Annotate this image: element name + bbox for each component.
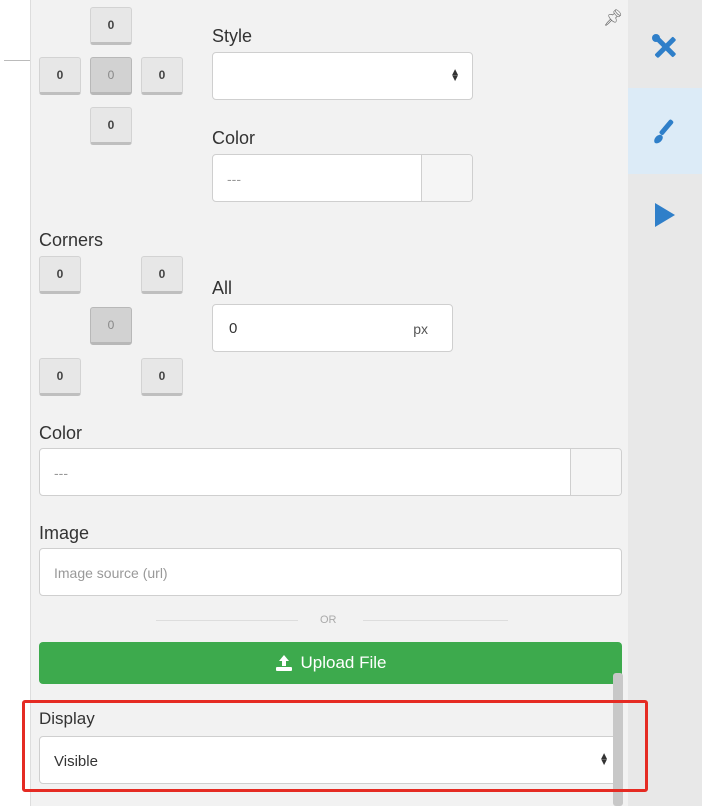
select-arrows-icon: ▲ ▼ — [450, 67, 460, 84]
style-panel: 📌︎ 0 0 0 0 0 Style ▲ ▼ Color --- Corners … — [30, 0, 629, 806]
sidebar-item-tools[interactable] — [628, 4, 702, 90]
border-left-button[interactable]: 0 — [39, 57, 81, 95]
scrollbar[interactable] — [613, 673, 623, 806]
all-corners-label: All — [212, 278, 233, 298]
border-color-label: Color — [212, 128, 256, 148]
image-label: Image — [39, 523, 90, 543]
corner-top-right-button[interactable]: 0 — [141, 256, 183, 294]
display-label: Display — [39, 709, 95, 728]
sidebar-item-style[interactable] — [628, 88, 702, 174]
or-text: OR — [320, 614, 337, 626]
or-divider-right — [363, 620, 508, 621]
upload-file-button[interactable]: Upload File — [39, 642, 622, 684]
upload-file-label: Upload File — [300, 653, 387, 672]
corner-top-left-button[interactable]: 0 — [39, 256, 81, 294]
left-strip — [0, 0, 30, 806]
all-corners-unit: px — [413, 321, 428, 337]
style-select[interactable]: ▲ ▼ — [212, 52, 473, 100]
border-all-button[interactable]: 0 — [90, 57, 132, 95]
border-right-button[interactable]: 0 — [141, 57, 183, 95]
corner-all-button[interactable]: 0 — [90, 307, 132, 345]
tools-icon — [652, 34, 676, 58]
image-source-input[interactable]: Image source (url) — [39, 548, 622, 596]
border-bottom-button[interactable]: 0 — [90, 107, 132, 145]
right-sidebar — [628, 0, 702, 806]
corners-label: Corners — [39, 230, 104, 250]
display-select-value: Visible — [54, 753, 98, 770]
select-arrows-icon: ▲ ▼ — [599, 751, 609, 768]
upload-icon — [275, 655, 292, 671]
border-color-field[interactable]: --- — [212, 154, 473, 202]
border-color-placeholder: --- — [227, 171, 241, 187]
corner-bottom-right-button[interactable]: 0 — [141, 358, 183, 396]
border-color-swatch[interactable] — [421, 155, 472, 201]
play-icon — [655, 203, 675, 227]
style-label: Style — [212, 26, 253, 46]
background-color-placeholder: --- — [54, 465, 68, 481]
corner-bottom-left-button[interactable]: 0 — [39, 358, 81, 396]
or-divider-left — [156, 620, 298, 621]
brush-icon — [654, 119, 674, 144]
sidebar-item-preview[interactable] — [628, 172, 702, 258]
background-color-field[interactable]: --- — [39, 448, 622, 496]
divider — [4, 60, 30, 61]
all-corners-input[interactable]: 0 px — [212, 304, 453, 352]
display-select[interactable]: Visible ▲ ▼ — [39, 736, 622, 784]
background-color-swatch[interactable] — [570, 449, 621, 495]
background-color-label: Color — [39, 423, 83, 443]
pin-icon[interactable]: 📌︎ — [603, 8, 623, 28]
border-top-button[interactable]: 0 — [90, 7, 132, 45]
image-source-placeholder: Image source (url) — [54, 565, 168, 581]
all-corners-value: 0 — [229, 320, 238, 337]
